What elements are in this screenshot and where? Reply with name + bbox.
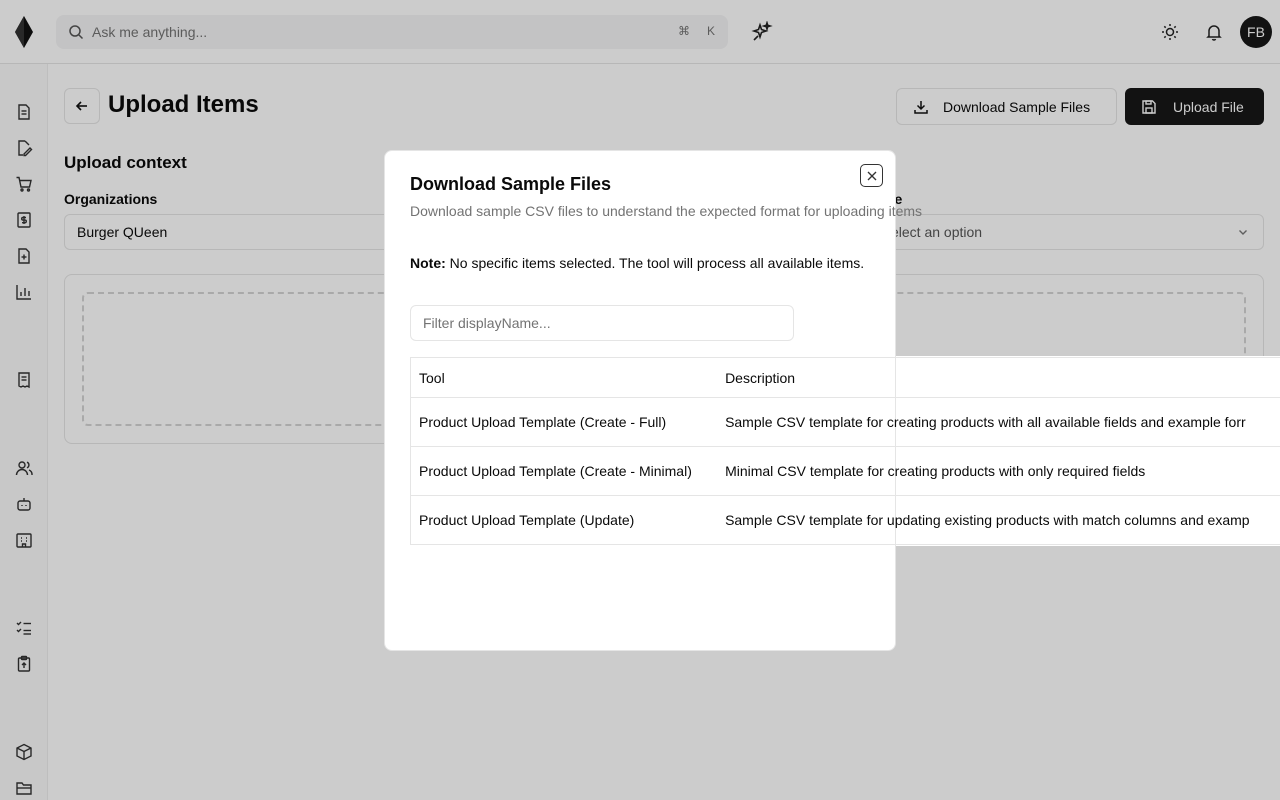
filter-input[interactable] [410,305,794,341]
note-label: Note: [410,255,446,271]
column-header-description[interactable]: Description [717,357,1280,398]
table-header-row: Tool Description [410,357,1280,398]
tool-cell: Product Upload Template (Create - Full) [410,397,718,447]
table-row[interactable]: Product Upload Template (Update) Sample … [410,495,1280,545]
close-button[interactable] [860,164,883,187]
table-row[interactable]: Product Upload Template (Create - Minima… [410,446,1280,496]
column-header-tool[interactable]: Tool [410,357,718,398]
description-cell: Sample CSV template for updating existin… [717,495,1280,545]
download-sample-files-dialog: Download Sample Files Download sample CS… [384,150,1280,651]
dialog-title: Download Sample Files [410,174,612,194]
selection-note: Note: No specific items selected. The to… [410,255,864,271]
description-cell: Minimal CSV template for creating produc… [717,446,1280,496]
tool-cell: Product Upload Template (Update) [410,495,718,545]
tool-cell: Product Upload Template (Create - Minima… [410,446,718,496]
table-row[interactable]: Product Upload Template (Create - Full) … [410,397,1280,447]
close-icon [867,171,876,180]
description-cell: Sample CSV template for creating product… [717,397,1280,447]
templates-table: Tool Description Product Upload Template… [410,357,1280,545]
note-text: No specific items selected. The tool wil… [445,255,865,271]
dialog-description: Download sample CSV files to understand … [410,203,923,219]
